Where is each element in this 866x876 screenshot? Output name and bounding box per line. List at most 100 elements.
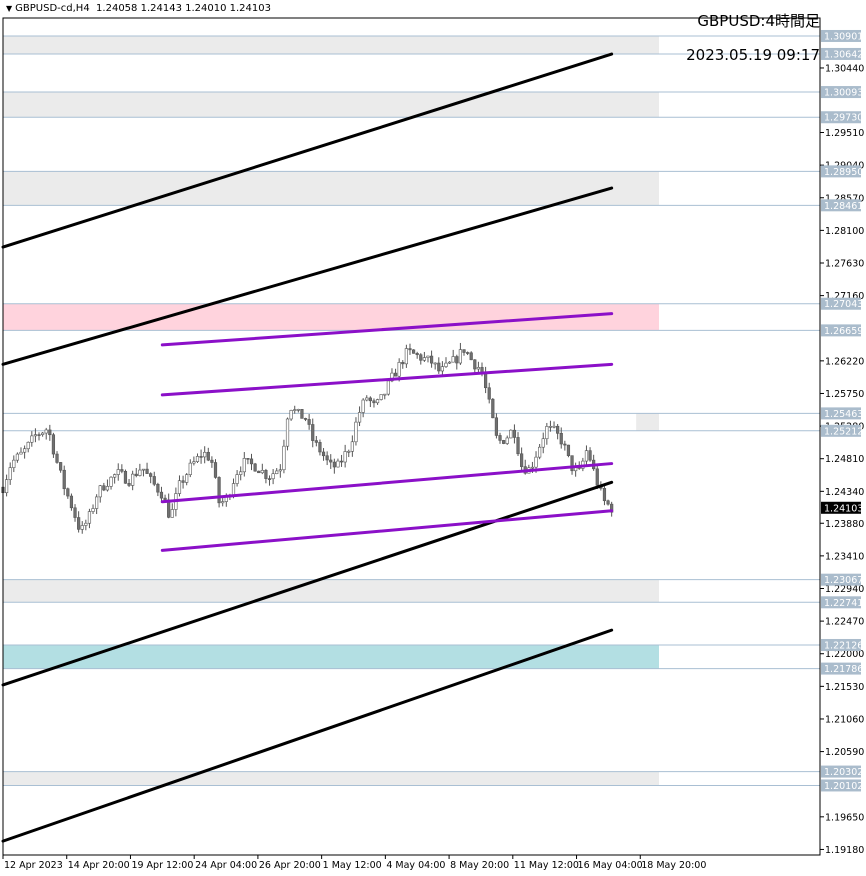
candle-body (512, 429, 517, 438)
time-tick-label: 12 Apr 2023 (4, 860, 63, 871)
candle-body (95, 496, 99, 509)
candle-body (357, 412, 362, 423)
candle-body (303, 418, 308, 420)
candle-body (80, 525, 84, 530)
candle-body (282, 445, 286, 471)
level-label: 1.30642 (824, 49, 863, 60)
candle-body (365, 397, 369, 401)
candle-body (498, 435, 502, 441)
trend-line[interactable] (1, 52, 614, 249)
candle-body (556, 425, 560, 434)
candle-body (484, 373, 488, 389)
chart-title: GBPUSD:4時間足 (697, 12, 820, 30)
candle-body (386, 380, 390, 395)
candle-body (267, 478, 272, 480)
price-tick-label: 1.21060 (825, 714, 864, 725)
candle-body (444, 362, 448, 367)
time-tick-label: 4 May 04:00 (386, 860, 445, 871)
candle-body (447, 361, 452, 364)
level-label: 1.25463 (824, 409, 863, 420)
candle-body (350, 441, 354, 452)
level-label: 1.25212 (824, 426, 863, 437)
candle-body (383, 393, 387, 396)
candle-body (458, 349, 462, 364)
candle-body (332, 461, 336, 468)
symbol-info: GBPUSD-cd,H4 (15, 3, 90, 14)
candle-body (271, 473, 275, 480)
trend-line[interactable] (160, 462, 614, 504)
candle-body (109, 476, 113, 487)
candle-body (221, 501, 225, 504)
price-zone (3, 35, 659, 54)
candle-body (134, 473, 138, 476)
time-tick-label: 1 May 12:00 (323, 860, 382, 871)
level-label: 1.29730 (824, 113, 863, 124)
level-label: 1.23067 (824, 575, 863, 586)
candle-body (494, 417, 499, 436)
candle-body (336, 460, 340, 468)
candle-body (466, 352, 470, 354)
candle-body (440, 366, 444, 372)
time-axis[interactable]: 12 Apr 2023 14 Apr 20:00 19 Apr 12:00 24 Ap… (2, 855, 706, 871)
candle-body (397, 362, 401, 377)
candle-body (476, 367, 481, 370)
candle-body (339, 460, 344, 463)
time-tick-label: 24 Apr 04:00 (195, 860, 257, 871)
candle-body (66, 488, 70, 497)
trend-line[interactable] (1, 186, 614, 366)
candle-body (393, 372, 398, 377)
current-price-label: 1.24103 (824, 503, 863, 514)
price-tick-label: 1.28100 (825, 226, 864, 237)
candle-body (260, 470, 264, 474)
price-tick-label: 1.26220 (825, 356, 864, 367)
candle-body (516, 437, 520, 455)
candle-body (311, 424, 315, 441)
candle-body (275, 470, 279, 475)
candle-body (606, 500, 610, 505)
time-tick-label: 19 Apr 12:00 (131, 860, 193, 871)
candle-body (199, 456, 203, 458)
candle-body (203, 451, 207, 458)
candle-body (509, 429, 513, 439)
candle-body (257, 470, 261, 474)
candle-body (595, 468, 599, 486)
candle-body (253, 463, 257, 472)
candle-body (177, 480, 182, 494)
trend-line[interactable] (160, 509, 614, 552)
candle-body (246, 458, 250, 460)
candle-body (361, 399, 365, 413)
level-label: 1.20302 (824, 767, 863, 778)
candle-body (318, 442, 322, 453)
candle-body (415, 353, 419, 356)
price-tick-label: 1.29510 (825, 128, 864, 139)
level-label: 1.22741 (824, 598, 863, 609)
candle-body (379, 394, 383, 400)
candle-body (116, 469, 120, 475)
candle-body (30, 435, 34, 443)
candle-body (437, 362, 441, 372)
candle-body (242, 458, 246, 473)
candle-body (206, 451, 210, 461)
price-zone (636, 413, 659, 431)
price-zones (3, 35, 659, 786)
candle-body (239, 471, 243, 475)
candle-body (429, 355, 434, 364)
candle-body (249, 458, 254, 465)
candle-body (59, 462, 63, 471)
price-tick-label: 1.19650 (825, 812, 864, 823)
candle-body (120, 469, 124, 472)
level-label: 1.28950 (824, 167, 863, 178)
price-chart[interactable]: 1.304401.295101.290401.285701.281001.276… (0, 0, 866, 876)
candle-body (149, 473, 153, 477)
candle-body (469, 352, 473, 361)
candle-body (105, 486, 110, 491)
time-tick-label: 26 Apr 20:00 (259, 860, 321, 871)
candle-body (300, 409, 304, 419)
candle-body (289, 410, 293, 420)
collapse-triangle-icon[interactable]: ▼ (6, 4, 12, 13)
price-axis[interactable]: 1.304401.295101.290401.285701.281001.276… (820, 29, 864, 856)
candle-body (588, 450, 592, 461)
price-zone (3, 92, 659, 118)
candle-body (491, 398, 495, 419)
candle-body (210, 459, 214, 463)
